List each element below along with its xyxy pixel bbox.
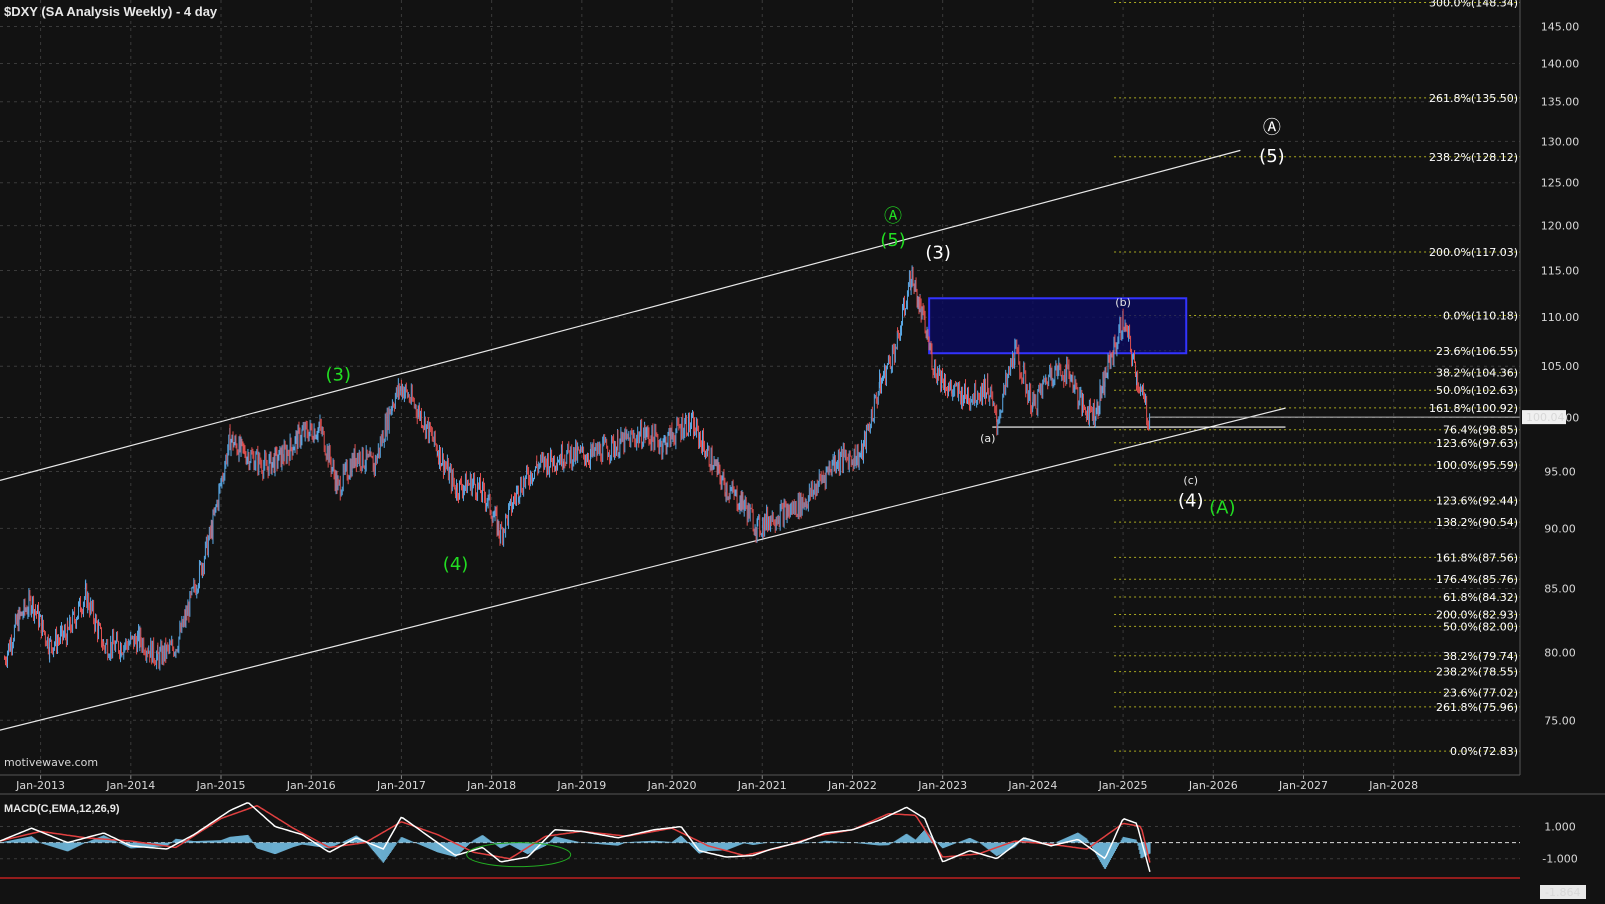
y-tick-label: 115.00 (1541, 264, 1580, 277)
wave-label: (3) (925, 243, 951, 264)
fib-level-label: 200.0%(117.03) (1429, 246, 1518, 259)
y-tick-label: 105.00 (1541, 360, 1580, 373)
wave-label: (5) (1259, 146, 1285, 167)
fib-level-label: 23.6%(106.55) (1436, 345, 1518, 358)
x-tick-label: Jan-2019 (556, 779, 606, 792)
macd-title: MACD(C,EMA,12,26,9) (4, 803, 120, 815)
fib-level-label: 261.8%(75.96) (1436, 701, 1518, 714)
x-tick-label: Jan-2021 (737, 779, 787, 792)
fib-level-label: 50.0%(102.63) (1436, 384, 1518, 397)
y-tick-label: 145.00 (1541, 21, 1580, 34)
fib-level-label: 50.0%(82.00) (1443, 620, 1518, 633)
fib-level-label: 23.6%(77.02) (1443, 686, 1518, 699)
macd-y-tick-label: 1.000 (1544, 821, 1576, 834)
wave-label: (c) (1183, 474, 1198, 487)
fib-level-label: 38.2%(104.36) (1436, 367, 1518, 380)
fib-level-label: 38.2%(79.74) (1443, 650, 1518, 663)
last-price-marker: 100.04 (1522, 410, 1566, 425)
fib-level-label: 100.0%(95.59) (1436, 459, 1518, 472)
x-tick-label: Jan-2028 (1368, 779, 1418, 792)
x-tick-label: Jan-2026 (1188, 779, 1238, 792)
fib-level-label: 161.8%(87.56) (1436, 551, 1518, 564)
fib-level-label: 238.2%(78.55) (1436, 666, 1518, 679)
fib-level-label: 138.2%(90.54) (1436, 516, 1518, 529)
fib-level-label: 176.4%(85.76) (1436, 573, 1518, 586)
last-price-label: 100.04 (1526, 411, 1565, 424)
watermark: motivewave.com (4, 756, 98, 769)
fib-level-label: 300.0%(148.34) (1429, 0, 1518, 10)
fib-level-label: 161.8%(100.92) (1429, 402, 1518, 415)
wave-label: (b) (1115, 296, 1131, 309)
x-tick-label: Jan-2022 (827, 779, 877, 792)
fib-level-label: 0.0%(72.83) (1450, 745, 1518, 758)
chart-title: $DXY (SA Analysis Weekly) - 4 day (4, 4, 218, 19)
y-tick-label: 95.00 (1544, 466, 1576, 479)
fib-level-label: 261.8%(135.50) (1429, 92, 1518, 105)
fib-level-label: 123.6%(97.63) (1436, 437, 1518, 450)
macd-y-tick-label: -1.000 (1542, 853, 1577, 866)
fib-level-label: 238.2%(128.12) (1429, 151, 1518, 164)
wave-label: (4) (443, 554, 469, 575)
x-tick-label: Jan-2015 (196, 779, 246, 792)
x-tick-label: Jan-2020 (647, 779, 697, 792)
y-tick-label: 90.00 (1544, 522, 1576, 535)
x-tick-label: Jan-2014 (105, 779, 155, 792)
fib-level-label: 123.6%(92.44) (1436, 494, 1518, 507)
fib-level-label: 0.0%(110.18) (1443, 310, 1518, 323)
y-tick-label: 130.00 (1541, 135, 1580, 148)
wave-label: Ⓐ (1263, 117, 1281, 138)
wave-label: (5) (880, 230, 906, 251)
y-tick-label: 75.00 (1544, 714, 1576, 727)
x-tick-label: Jan-2024 (1007, 779, 1057, 792)
x-tick-label: Jan-2017 (376, 779, 426, 792)
x-tick-label: Jan-2025 (1098, 779, 1148, 792)
y-tick-label: 80.00 (1544, 646, 1576, 659)
wave-label: Ⓐ (884, 206, 902, 227)
y-tick-label: 85.00 (1544, 583, 1576, 596)
y-tick-label: 135.00 (1541, 96, 1580, 109)
y-tick-label: 140.00 (1541, 57, 1580, 70)
x-tick-label: Jan-2027 (1278, 779, 1328, 792)
wave-label: (a) (980, 432, 995, 445)
wave-label: (3) (326, 364, 352, 385)
y-tick-label: 120.00 (1541, 220, 1580, 233)
x-tick-label: Jan-2018 (466, 779, 516, 792)
x-tick-label: Jan-2016 (286, 779, 336, 792)
y-tick-label: 110.00 (1541, 311, 1580, 324)
y-tick-label: 125.00 (1541, 177, 1580, 190)
x-tick-label: Jan-2013 (15, 779, 65, 792)
fib-level-label: 76.4%(98.85) (1443, 424, 1518, 437)
macd-last-marker: -1.864 (1540, 885, 1586, 899)
macd-last-label: -1.864 (1545, 886, 1580, 899)
wave-label: (A) (1209, 497, 1235, 518)
fib-level-label: 61.8%(84.32) (1443, 591, 1518, 604)
chart-canvas: Ⓐ(5)(3)(3)(4)Ⓐ(5)(a)(b)(c)(4) (A) 145.001… (0, 0, 1605, 904)
wave-label: (4) (1178, 490, 1204, 511)
x-tick-label: Jan-2023 (917, 779, 967, 792)
target-box (928, 297, 1188, 355)
